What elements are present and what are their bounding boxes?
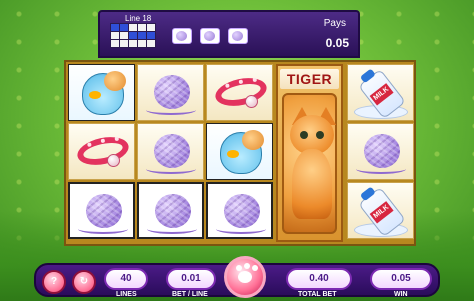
yarn-thread-icon — [146, 105, 196, 115]
symbol-fishbowl-kitten — [206, 123, 273, 180]
payline-cell — [129, 24, 137, 31]
symbol-yarn — [137, 123, 204, 180]
lines-label: LINES — [116, 291, 137, 298]
yarn-thread-icon — [216, 224, 266, 234]
paw-toe-icon — [244, 263, 250, 269]
payline-info-panel: Line 18 Pays 0.05 — [98, 10, 360, 58]
win-value: 0.05 — [370, 268, 432, 290]
reel-1 — [68, 64, 135, 242]
milk-label: MILK — [369, 83, 394, 106]
symbol-yarn — [137, 64, 204, 121]
yarn-thread-icon — [147, 224, 197, 234]
goldfish-icon — [89, 91, 101, 99]
collar-tag-icon — [245, 95, 258, 108]
payline-cell — [129, 32, 137, 39]
payline-cell — [111, 24, 119, 31]
symbol-collar — [68, 123, 135, 180]
yarn-ball-icon — [154, 75, 190, 109]
paw-toe-icon — [252, 265, 258, 271]
paw-print-icon — [238, 271, 252, 283]
payline-cell — [138, 24, 146, 31]
autoplay-icon: ↻ — [79, 276, 89, 287]
milk-cap-icon — [359, 68, 376, 84]
symbol-collar — [206, 64, 273, 121]
payline-cell — [129, 40, 137, 47]
collar-icon — [74, 132, 132, 170]
milk-label: MILK — [369, 201, 394, 224]
win-symbol-yarn-icon — [228, 28, 248, 44]
pays-value: 0.05 — [325, 36, 349, 50]
collar-tag-icon — [107, 154, 120, 167]
question-icon: ? — [50, 276, 58, 287]
milk-cap-icon — [359, 186, 376, 202]
yarn-thread-icon — [146, 164, 196, 174]
payline-cell — [120, 24, 128, 31]
total-bet-value: 0.40 — [286, 268, 352, 290]
payline-cell — [138, 40, 146, 47]
kitten-icon — [242, 130, 264, 150]
symbol-yarn — [206, 182, 273, 239]
spin-button[interactable] — [224, 256, 266, 298]
win-label: WIN — [394, 291, 408, 298]
yarn-thread-icon — [78, 224, 128, 234]
payline-cell — [147, 24, 155, 31]
help-button[interactable]: ? — [42, 270, 66, 294]
reel-board: TIGER MILK MILK — [64, 60, 416, 246]
collar-icon — [212, 73, 270, 111]
yarn-ball-icon — [154, 134, 190, 168]
reel-3 — [206, 64, 273, 242]
paw-toe-icon — [236, 265, 242, 271]
reel-2 — [137, 64, 204, 242]
total-bet-label: TOTAL BET — [298, 291, 337, 298]
kitten-icon — [104, 71, 126, 91]
yarn-ball-icon — [224, 194, 260, 228]
win-symbol-yarn-icon — [172, 28, 192, 44]
yarn-thread-icon — [356, 164, 406, 174]
payline-cell — [147, 32, 155, 39]
yarn-ball-icon — [364, 134, 400, 168]
payline-cell — [111, 32, 119, 39]
symbol-yarn — [347, 123, 414, 180]
payline-cell — [120, 40, 128, 47]
payline-cell — [120, 32, 128, 39]
control-bar: ? ↻ 40 LINES 0.01 BET / LINE 0.40 TOTAL … — [34, 256, 440, 301]
symbol-milk: MILK — [347, 182, 414, 239]
pays-label: Pays — [323, 18, 346, 29]
kitten-eye-icon — [316, 131, 324, 139]
goldfish-icon — [227, 150, 239, 158]
kitten-eye-icon — [300, 131, 308, 139]
autoplay-button[interactable]: ↻ — [72, 270, 96, 294]
bet-per-line-value[interactable]: 0.01 — [166, 268, 216, 290]
symbol-fishbowl-kitten — [68, 64, 135, 121]
reel-5: MILK MILK — [347, 64, 414, 242]
kitten-body-icon — [292, 149, 332, 219]
symbol-yarn — [137, 182, 204, 239]
reel-4-tiger-wild: TIGER — [276, 64, 343, 242]
lines-value[interactable]: 40 — [104, 268, 148, 290]
tiger-kitten-portrait — [282, 93, 337, 234]
tiger-title: TIGER — [280, 69, 339, 89]
yarn-ball-icon — [155, 194, 191, 228]
payline-cell — [147, 40, 155, 47]
payline-cell — [138, 32, 146, 39]
payline-cell — [111, 40, 119, 47]
bet-per-line-label: BET / LINE — [172, 291, 208, 298]
line-label: Line 18 — [125, 14, 152, 23]
yarn-ball-icon — [86, 194, 122, 228]
win-symbol-yarn-icon — [200, 28, 220, 44]
symbol-yarn — [68, 182, 135, 239]
payline-pattern — [110, 23, 156, 48]
symbol-milk: MILK — [347, 64, 414, 121]
